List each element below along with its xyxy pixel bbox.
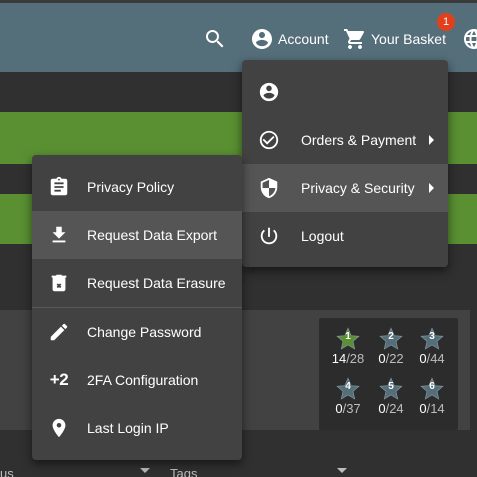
check-circle-icon	[258, 129, 280, 151]
total-count: /28	[346, 351, 365, 366]
solved-count: 0	[419, 401, 427, 416]
menu-item-label: Last Login IP	[87, 420, 169, 436]
account-label: Account	[278, 31, 329, 47]
menu-item-profile[interactable]	[242, 68, 448, 116]
account-button[interactable]: Account	[250, 23, 329, 55]
dropdown-arrow-icon[interactable]	[140, 468, 150, 473]
basket-button[interactable]: Your Basket	[343, 23, 446, 55]
shield-icon	[258, 177, 280, 199]
total-count: /37	[342, 401, 361, 416]
star-level: 3	[429, 331, 435, 342]
difficulty-star-6[interactable]: 6 0/14	[412, 376, 452, 416]
solved-count: 0	[419, 351, 427, 366]
menu-item-last-login-ip[interactable]: Last Login IP	[32, 404, 242, 452]
submenu-arrow-icon	[429, 135, 434, 145]
difficulty-stars: 1 14/28 2 0/22 3 0/44 4 0/37 5 0/24 6 0/…	[319, 318, 458, 430]
total-count: /24	[385, 401, 404, 416]
star-count: 0/24	[371, 401, 411, 416]
search-icon	[206, 30, 224, 48]
total-count: /44	[426, 351, 445, 366]
star-count: 0/22	[371, 351, 411, 366]
download-icon	[48, 224, 70, 246]
star-level: 4	[345, 381, 351, 392]
search-button[interactable]	[203, 23, 227, 55]
menu-item-label: Request Data Erasure	[87, 275, 226, 291]
solved-count: 0	[378, 351, 386, 366]
menu-item-label: 2FA Configuration	[87, 372, 199, 388]
power-icon	[258, 225, 280, 247]
star-count: 0/37	[328, 401, 368, 416]
language-button[interactable]	[462, 23, 477, 55]
clipboard-icon	[48, 176, 70, 198]
menu-item-privacy-security[interactable]: Privacy & Security	[242, 164, 448, 212]
basket-count-badge: 1	[437, 13, 455, 31]
star-count: 0/44	[412, 351, 452, 366]
star-level: 6	[429, 381, 435, 392]
account-menu: Orders & Payment Privacy & Security Logo…	[242, 60, 448, 267]
status-filter-label[interactable]: us	[0, 466, 14, 477]
tags-filter-label[interactable]: Tags	[170, 466, 197, 477]
menu-item-label: Logout	[301, 228, 344, 244]
menu-item-label: Request Data Export	[87, 227, 217, 243]
privacy-security-menu: Privacy Policy Request Data Export Reque…	[32, 155, 242, 460]
total-count: /14	[426, 401, 445, 416]
solved-count: 0	[335, 401, 343, 416]
menu-item-orders-payment[interactable]: Orders & Payment	[242, 116, 448, 164]
menu-item-privacy-policy[interactable]: Privacy Policy	[32, 163, 242, 211]
filter-row: us Tags	[0, 462, 477, 477]
solved-count: 0	[378, 401, 386, 416]
difficulty-star-5[interactable]: 5 0/24	[371, 376, 411, 416]
menu-item-label: Privacy Policy	[87, 179, 175, 195]
account-circle-icon	[258, 81, 280, 103]
star-level: 2	[388, 331, 394, 342]
cart-icon	[344, 29, 365, 49]
menu-item-label: Privacy & Security	[301, 180, 415, 196]
submenu-arrow-icon	[429, 183, 434, 193]
menu-item-2fa-configuration[interactable]: +2 2FA Configuration	[32, 356, 242, 404]
menu-item-label: Orders & Payment	[301, 132, 417, 148]
delete-icon	[48, 272, 70, 294]
star-level: 1	[345, 331, 351, 342]
globe-icon	[464, 29, 477, 49]
pencil-icon	[48, 321, 70, 343]
difficulty-star-1[interactable]: 1 14/28	[328, 326, 368, 366]
dropdown-arrow-icon[interactable]	[337, 468, 347, 473]
menu-item-request-data-erasure[interactable]: Request Data Erasure	[32, 259, 242, 307]
menu-item-label: Change Password	[87, 324, 202, 340]
solved-count: 14	[331, 351, 347, 366]
total-count: /22	[385, 351, 404, 366]
star-count: 0/14	[412, 401, 452, 416]
app-root: Account Your Basket 1 1 14/28 2 0/22 3 0…	[0, 0, 477, 477]
menu-item-request-data-export[interactable]: Request Data Export	[32, 211, 242, 259]
difficulty-star-3[interactable]: 3 0/44	[412, 326, 452, 366]
menu-item-logout[interactable]: Logout	[242, 212, 448, 260]
account-circle-icon	[252, 29, 272, 49]
star-level: 5	[388, 381, 394, 392]
difficulty-star-2[interactable]: 2 0/22	[371, 326, 411, 366]
difficulty-star-4[interactable]: 4 0/37	[328, 376, 368, 416]
basket-label: Your Basket	[371, 31, 446, 47]
location-pin-icon	[48, 417, 70, 439]
plus-two-icon: +2	[49, 370, 69, 389]
menu-item-change-password[interactable]: Change Password	[32, 308, 242, 356]
star-count: 14/28	[328, 351, 368, 366]
